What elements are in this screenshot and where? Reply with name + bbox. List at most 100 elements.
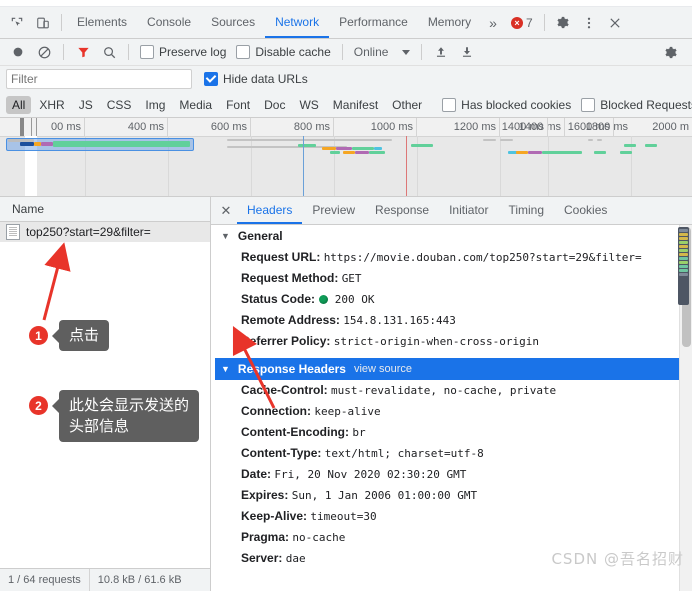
scroll-minimap[interactable] bbox=[678, 227, 689, 305]
detail-tab-preview[interactable]: Preview bbox=[302, 197, 365, 224]
overview-bar-b4 bbox=[322, 147, 336, 150]
network-panes: Name top250?start=29&filter= 1 / 64 requ… bbox=[0, 197, 692, 591]
gear-icon[interactable] bbox=[550, 7, 576, 38]
overview-bar-d1 bbox=[483, 139, 496, 141]
clear-no-entry-icon[interactable] bbox=[32, 41, 56, 63]
device-toolbar-icon[interactable] bbox=[30, 7, 56, 38]
overview-bar-a2 bbox=[20, 142, 34, 146]
type-filter-manifest[interactable]: Manifest bbox=[327, 96, 384, 114]
minimap-line-5 bbox=[679, 245, 688, 248]
minimap-line-3 bbox=[679, 237, 688, 240]
type-filter-xhr[interactable]: XHR bbox=[33, 96, 70, 114]
general-row-request-url: Request URL: https://movie.douban.com/to… bbox=[215, 247, 692, 268]
more-tabs-button[interactable]: » bbox=[481, 7, 505, 38]
type-filter-css[interactable]: CSS bbox=[101, 96, 138, 114]
overview-bar-d2 bbox=[500, 139, 513, 141]
search-magnifier-icon[interactable] bbox=[97, 41, 121, 63]
detail-tab-initiator[interactable]: Initiator bbox=[439, 197, 498, 224]
hide-data-urls-label: Hide data URLs bbox=[223, 72, 308, 86]
ruler-tick-9: 2000 m bbox=[652, 121, 689, 133]
detail-tab-headers[interactable]: Headers bbox=[237, 197, 303, 224]
throttling-value: Online bbox=[353, 45, 389, 59]
request-row-top250[interactable]: top250?start=29&filter= bbox=[0, 222, 210, 242]
response-value-date: Fri, 20 Nov 2020 02:30:20 GMT bbox=[274, 468, 467, 481]
general-row-remote-address: Remote Address: 154.8.131.165:443 bbox=[215, 310, 692, 331]
response-value-cache-control: must-revalidate, no-cache, private bbox=[331, 384, 557, 397]
tab-performance[interactable]: Performance bbox=[329, 7, 418, 38]
request-name-label: top250?start=29&filter= bbox=[26, 225, 151, 239]
general-row-request-method: Request Method: GET bbox=[215, 268, 692, 289]
response-row-cache-control: Cache-Control: must-revalidate, no-cache… bbox=[215, 380, 692, 401]
tab-network[interactable]: Network bbox=[265, 7, 330, 38]
minimap-line-4 bbox=[679, 241, 688, 244]
throttling-dropdown[interactable]: Online bbox=[350, 45, 415, 59]
inspect-element-icon[interactable] bbox=[4, 7, 30, 38]
tab-memory[interactable]: Memory bbox=[418, 7, 481, 38]
type-filter-js[interactable]: JS bbox=[73, 96, 99, 114]
ruler-tick-1: 400 ms bbox=[85, 118, 168, 136]
overview-bar-d4 bbox=[597, 139, 602, 141]
blocked-requests-checkbox[interactable]: Blocked Requests bbox=[577, 98, 692, 112]
timeline-ruler: 00 ms 400 ms 600 ms 800 ms 1000 ms 1200 … bbox=[0, 118, 692, 137]
response-key-cache-control: Cache-Control: bbox=[241, 383, 328, 397]
ruler-tick-4: 1000 ms bbox=[334, 118, 417, 136]
has-blocked-cookies-checkbox[interactable]: Has blocked cookies bbox=[438, 98, 575, 112]
requests-list[interactable]: top250?start=29&filter= bbox=[0, 222, 210, 568]
kebab-menu-icon[interactable] bbox=[576, 7, 602, 38]
export-har-down-arrow-icon[interactable] bbox=[455, 41, 479, 63]
overview-bar-b6 bbox=[352, 147, 374, 150]
toolbar-divider-3 bbox=[63, 44, 64, 60]
disable-cache-checkbox[interactable]: Disable cache bbox=[232, 45, 334, 59]
overview-selection-handle-right[interactable] bbox=[31, 118, 37, 136]
ruler-tick-2: 600 ms bbox=[168, 118, 251, 136]
general-row-referrer-policy: Referrer Policy: strict-origin-when-cros… bbox=[215, 331, 692, 352]
view-source-link[interactable]: view source bbox=[354, 363, 412, 375]
type-filter-img[interactable]: Img bbox=[139, 96, 171, 114]
type-filter-font[interactable]: Font bbox=[220, 96, 256, 114]
type-filter-ws[interactable]: WS bbox=[293, 96, 324, 114]
import-har-up-arrow-icon[interactable] bbox=[429, 41, 453, 63]
record-circle-icon[interactable] bbox=[6, 41, 30, 63]
type-filter-other[interactable]: Other bbox=[386, 96, 428, 114]
type-filter-media[interactable]: Media bbox=[173, 96, 218, 114]
general-key-referrer-policy: Referrer Policy: bbox=[241, 334, 331, 348]
network-overview-timeline[interactable]: 00 ms 400 ms 600 ms 800 ms 1000 ms 1200 … bbox=[0, 118, 692, 197]
overview-bar-e7 bbox=[624, 144, 636, 147]
error-count-badge[interactable]: × 7 bbox=[505, 7, 539, 38]
close-icon[interactable] bbox=[602, 7, 628, 38]
type-filter-all[interactable]: All bbox=[6, 96, 32, 114]
response-headers-section-header[interactable]: ▼ Response Headers view source bbox=[215, 358, 680, 380]
overview-bar-b9 bbox=[343, 151, 355, 154]
tab-console[interactable]: Console bbox=[137, 7, 201, 38]
preserve-log-checkbox[interactable]: Preserve log bbox=[136, 45, 230, 59]
requests-column-header[interactable]: Name bbox=[0, 197, 210, 222]
response-value-content-encoding: br bbox=[352, 426, 366, 439]
resource-type-filters: All XHR JS CSS Img Media Font Doc WS Man… bbox=[0, 93, 692, 118]
hide-data-urls-checkbox[interactable]: Hide data URLs bbox=[200, 72, 312, 86]
funnel-filter-icon[interactable] bbox=[71, 41, 95, 63]
general-section-header[interactable]: ▼ General bbox=[215, 225, 692, 247]
detail-close-icon[interactable]: ✕ bbox=[215, 197, 237, 224]
detail-tab-timing[interactable]: Timing bbox=[498, 197, 554, 224]
filter-input[interactable] bbox=[6, 69, 192, 89]
overview-grid-4 bbox=[334, 136, 335, 196]
type-filter-doc[interactable]: Doc bbox=[258, 96, 291, 114]
transferred-size-label: 10.8 kB / 61.6 kB bbox=[97, 574, 182, 586]
detail-tab-cookies[interactable]: Cookies bbox=[554, 197, 617, 224]
overview-selection-handle-left[interactable] bbox=[20, 118, 24, 136]
requests-panel: Name top250?start=29&filter= 1 / 64 requ… bbox=[0, 197, 211, 591]
triangle-down-icon-2: ▼ bbox=[221, 364, 230, 374]
tab-sources[interactable]: Sources bbox=[201, 7, 265, 38]
hide-data-urls-box bbox=[204, 72, 218, 86]
response-key-server: Server: bbox=[241, 551, 283, 565]
overview-grid-6 bbox=[500, 136, 501, 196]
detail-tab-response[interactable]: Response bbox=[365, 197, 439, 224]
response-key-content-type: Content-Type: bbox=[241, 446, 322, 460]
error-count-label: 7 bbox=[525, 15, 533, 30]
general-value-request-method: GET bbox=[341, 272, 362, 285]
network-settings-gear-icon[interactable] bbox=[658, 41, 682, 63]
tab-elements[interactable]: Elements bbox=[67, 7, 137, 38]
response-row-expires: Expires: Sun, 1 Jan 2006 01:00:00 GMT bbox=[215, 485, 692, 506]
page-edge bbox=[0, 0, 692, 7]
response-value-connection: keep-alive bbox=[314, 405, 381, 418]
